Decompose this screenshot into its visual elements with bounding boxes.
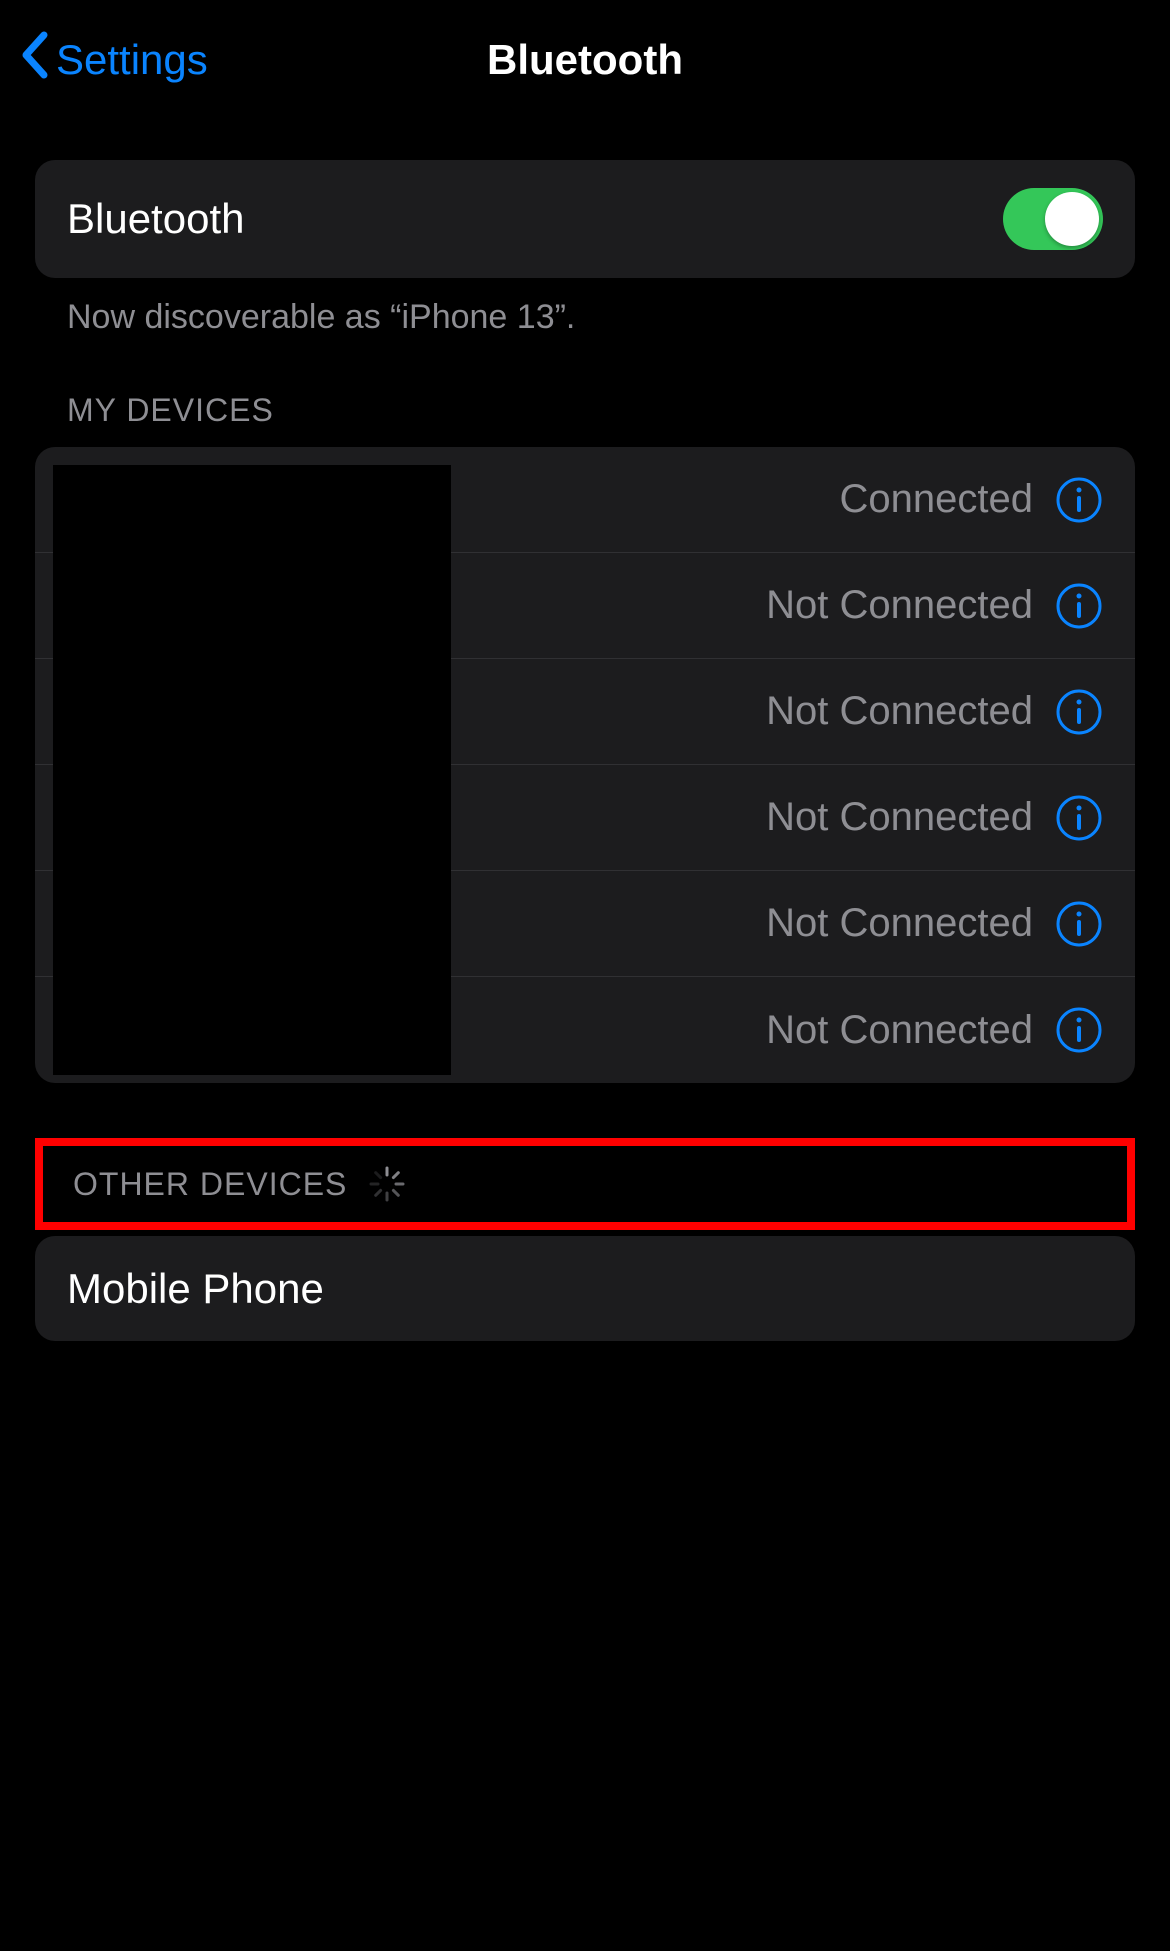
bluetooth-toggle[interactable]	[1003, 188, 1103, 250]
my-devices-header: MY DEVICES	[35, 337, 1135, 447]
my-devices-list: Connected Not Connected Not Connected No…	[35, 447, 1135, 1083]
other-devices-list: Mobile Phone	[35, 1236, 1135, 1341]
device-status: Not Connected	[766, 1008, 1033, 1053]
highlight-annotation: OTHER DEVICES	[35, 1138, 1135, 1230]
content: Bluetooth Now discoverable as “iPhone 13…	[0, 120, 1170, 1341]
info-icon[interactable]	[1055, 900, 1103, 948]
toggle-knob	[1045, 192, 1099, 246]
spinner-icon	[367, 1164, 407, 1204]
back-button[interactable]: Settings	[20, 31, 208, 89]
chevron-left-icon	[20, 31, 48, 89]
other-devices-header-label: OTHER DEVICES	[73, 1166, 347, 1203]
page-title: Bluetooth	[487, 36, 683, 84]
nav-header: Settings Bluetooth	[0, 0, 1170, 120]
info-icon[interactable]	[1055, 476, 1103, 524]
device-status: Not Connected	[766, 795, 1033, 840]
device-status: Not Connected	[766, 583, 1033, 628]
bluetooth-toggle-card: Bluetooth	[35, 160, 1135, 278]
back-label: Settings	[56, 36, 208, 84]
info-icon[interactable]	[1055, 1006, 1103, 1054]
redacted-overlay	[53, 465, 451, 1075]
info-icon[interactable]	[1055, 582, 1103, 630]
info-icon[interactable]	[1055, 688, 1103, 736]
other-device-name: Mobile Phone	[67, 1265, 324, 1313]
discoverable-text: Now discoverable as “iPhone 13”.	[35, 278, 1135, 337]
other-device-row[interactable]: Mobile Phone	[35, 1236, 1135, 1341]
bluetooth-toggle-row[interactable]: Bluetooth	[35, 160, 1135, 278]
device-status: Connected	[840, 477, 1033, 522]
device-status: Not Connected	[766, 689, 1033, 734]
info-icon[interactable]	[1055, 794, 1103, 842]
other-devices-header: OTHER DEVICES	[73, 1164, 1097, 1204]
bluetooth-label: Bluetooth	[67, 195, 244, 243]
device-status: Not Connected	[766, 901, 1033, 946]
